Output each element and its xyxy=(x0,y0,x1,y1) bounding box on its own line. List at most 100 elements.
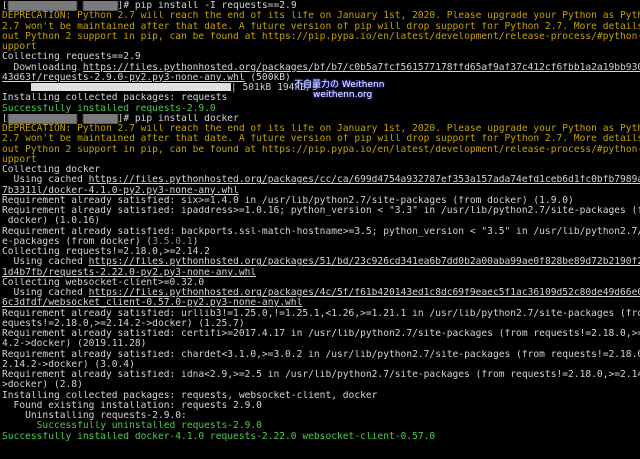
terminal-line: 1d4b7fb/requests-2.22.0-py2.py3-none-any… xyxy=(2,268,640,278)
prompt-bracket: [ xyxy=(2,113,8,124)
terminal-line: Using cached https://files.pythonhosted.… xyxy=(2,288,640,298)
deprecation-warning: DEPRECATION: Python 2.7 will reach the e… xyxy=(2,11,640,22)
package-url-link[interactable]: https://files.pythonhosted.org/packages/… xyxy=(83,63,640,73)
terminal-line: upport xyxy=(2,155,640,165)
prompt-host: host ~ xyxy=(82,113,118,124)
terminal-line: Using cached https://files.pythonhosted.… xyxy=(2,257,640,267)
terminal-line: 2.14.2->docker) (3.0.4) xyxy=(2,360,640,370)
terminal-line: Found existing installation: requests 2.… xyxy=(2,401,640,411)
terminal-output: [root@example host ~]# pip install -I re… xyxy=(2,1,640,442)
line-prefix: e-packages (from docker) ( xyxy=(2,236,153,247)
prompt-user: root@example xyxy=(7,1,78,11)
terminal-line: >docker) (2.8) xyxy=(2,380,640,390)
version-value: 3.5.0.1 xyxy=(152,236,193,247)
terminal-line: Using cached https://files.pythonhosted.… xyxy=(2,175,640,185)
output-text: Requirement already satisfied: idna<2.9,… xyxy=(2,370,640,380)
terminal-line: Requirement already satisfied: six>=1.4.… xyxy=(2,196,640,206)
deprecation-warning: upport xyxy=(2,154,37,165)
terminal-line: 6c3dfdf/websocket_client-0.57.0-py2.py3-… xyxy=(2,298,640,308)
terminal-line: Successfully uninstalled requests-2.9.0 xyxy=(2,421,640,431)
prompt-user: root@example xyxy=(7,113,78,124)
terminal-line: Downloading https://files.pythonhosted.o… xyxy=(2,63,640,73)
terminal-line: Requirement already satisfied: chardet<3… xyxy=(2,350,640,360)
output-text: Installing collected packages: requests xyxy=(2,93,228,104)
terminal-line: Requirement already satisfied: idna<2.9,… xyxy=(2,370,640,380)
output-text: Collecting requests==2.9 xyxy=(2,52,141,63)
line-suffix: (500kB) xyxy=(244,72,291,83)
terminal-line: 7b3311l/docker-4.1.0-py2.py3-none-any.wh… xyxy=(2,186,640,196)
command-text: # pip install docker xyxy=(123,113,239,124)
output-text: >docker) (2.8) xyxy=(2,380,83,391)
output-text: Installing collected packages: requests,… xyxy=(2,390,378,401)
terminal-line: Requirement already satisfied: backports… xyxy=(2,227,640,237)
output-text: Requirement already satisfied: urllib3!=… xyxy=(2,308,640,319)
terminal-line: docker) (1.0.16) xyxy=(2,216,640,226)
watermark-line-1: 不自量力の Weithenn xyxy=(294,80,385,90)
line-prefix: Using cached xyxy=(2,288,89,298)
output-text: Collecting docker xyxy=(2,165,101,175)
download-progress-bar xyxy=(30,83,231,91)
watermark-line-2: weithenn.org xyxy=(313,90,373,100)
deprecation-warning: out Python 2 support in pip, can be foun… xyxy=(2,31,640,42)
output-text: Found existing installation: requests 2.… xyxy=(2,400,262,411)
output-text: Collecting websocket-client>=0.32.0 xyxy=(2,277,205,288)
deprecation-warning: 2.7 won't be maintained after that date.… xyxy=(2,134,640,145)
package-url-link[interactable]: https://files.pythonhosted.org/packages/… xyxy=(89,257,640,267)
output-text: docker) (1.0.16) xyxy=(2,216,101,227)
package-url-link[interactable]: 7b3311l/docker-4.1.0-py2.py3-none-any.wh… xyxy=(2,186,239,196)
package-url-link[interactable]: 43d63f/requests-2.9.0-py2.py3-none-any.w… xyxy=(2,73,245,83)
command-text: # pip install -I requests==2.9 xyxy=(123,1,297,11)
output-text: Collecting requests!=2.18.0,>=2.14.2 xyxy=(2,247,210,257)
terminal-line: [root@example host ~]# pip install docke… xyxy=(2,113,640,124)
line-prefix: Using cached xyxy=(2,257,89,268)
terminal-line: Uninstalling requests-2.9.0: xyxy=(2,411,640,421)
output-text: 2.14.2->docker) (3.0.4) xyxy=(2,359,135,370)
output-text: Requirement already satisfied: ipaddress… xyxy=(2,206,640,216)
line-prefix: Using cached xyxy=(2,175,89,186)
terminal-line: DEPRECATION: Python 2.7 will reach the e… xyxy=(2,11,640,21)
deprecation-warning: 2.7 won't be maintained after that date.… xyxy=(2,21,640,32)
terminal-line: Successfully installed docker-4.1.0 requ… xyxy=(2,432,640,442)
terminal-line: upport xyxy=(2,42,640,52)
terminal-line: Collecting websocket-client>=0.32.0 xyxy=(2,278,640,288)
output-text: Requirement already satisfied: backports… xyxy=(2,226,640,237)
terminal-line: Requirement already satisfied: ipaddress… xyxy=(2,206,640,216)
line-prefix: Downloading xyxy=(2,62,83,73)
output-text: Requirement already satisfied: six>=1.4.… xyxy=(2,195,574,206)
terminal-line: Collecting requests!=2.18.0,>=2.14.2 xyxy=(2,247,640,257)
terminal-line: DEPRECATION: Python 2.7 will reach the e… xyxy=(2,124,640,134)
terminal-line: Installing collected packages: requests,… xyxy=(2,391,640,401)
terminal-line: Collecting docker xyxy=(2,165,640,175)
terminal-line: out Python 2 support in pip, can be foun… xyxy=(2,145,640,155)
terminal-line: 2.7 won't be maintained after that date.… xyxy=(2,134,640,144)
line-suffix: ) xyxy=(192,236,199,247)
terminal-line: equests!=2.18.0,>=2.14.2->docker) (1.25.… xyxy=(2,319,640,329)
package-url-link[interactable]: https://files.pythonhosted.org/packages/… xyxy=(89,175,640,185)
success-message: Successfully installed requests-2.9.0 xyxy=(2,103,216,114)
package-url-link[interactable]: https://files.pythonhosted.org/packages/… xyxy=(89,288,640,298)
output-text: Uninstalling requests-2.9.0: xyxy=(2,411,187,421)
success-message: Successfully installed docker-4.1.0 requ… xyxy=(2,431,436,442)
terminal-line: 2.7 won't be maintained after that date.… xyxy=(2,22,640,32)
deprecation-warning: upport xyxy=(2,42,37,52)
package-url-link[interactable]: 1d4b7fb/requests-2.22.0-py2.py3-none-any… xyxy=(2,268,256,278)
terminal-line: Collecting requests==2.9 xyxy=(2,52,640,62)
terminal-line: 4.2->docker) (2019.11.28) xyxy=(2,339,640,349)
terminal-line: Requirement already satisfied: certifi>=… xyxy=(2,329,640,339)
terminal-line: [root@example host ~]# pip install -I re… xyxy=(2,1,640,11)
output-text: equests!=2.18.0,>=2.14.2->docker) (1.25.… xyxy=(2,318,245,329)
terminal-line: out Python 2 support in pip, can be foun… xyxy=(2,32,640,42)
terminal-window[interactable]: [root@example host ~]# pip install -I re… xyxy=(0,0,640,459)
deprecation-warning: DEPRECATION: Python 2.7 will reach the e… xyxy=(2,124,640,134)
terminal-line: e-packages (from docker) (3.5.0.1) xyxy=(2,237,640,247)
terminal-line: Requirement already satisfied: urllib3!=… xyxy=(2,309,640,319)
deprecation-warning: out Python 2 support in pip, can be foun… xyxy=(2,144,640,155)
success-message: Successfully uninstalled requests-2.9.0 xyxy=(2,421,262,432)
package-url-link[interactable]: 6c3dfdf/websocket_client-0.57.0-py2.py3-… xyxy=(2,298,302,308)
watermark: 不自量力の Weithenn weithenn.org xyxy=(294,80,384,100)
prompt-host: host ~ xyxy=(82,1,118,11)
prompt-bracket: [ xyxy=(2,1,8,11)
output-text: Requirement already satisfied: chardet<3… xyxy=(2,349,640,360)
terminal-line: Successfully installed requests-2.9.0 xyxy=(2,104,640,114)
output-text: Requirement already satisfied: certifi>=… xyxy=(2,329,640,339)
